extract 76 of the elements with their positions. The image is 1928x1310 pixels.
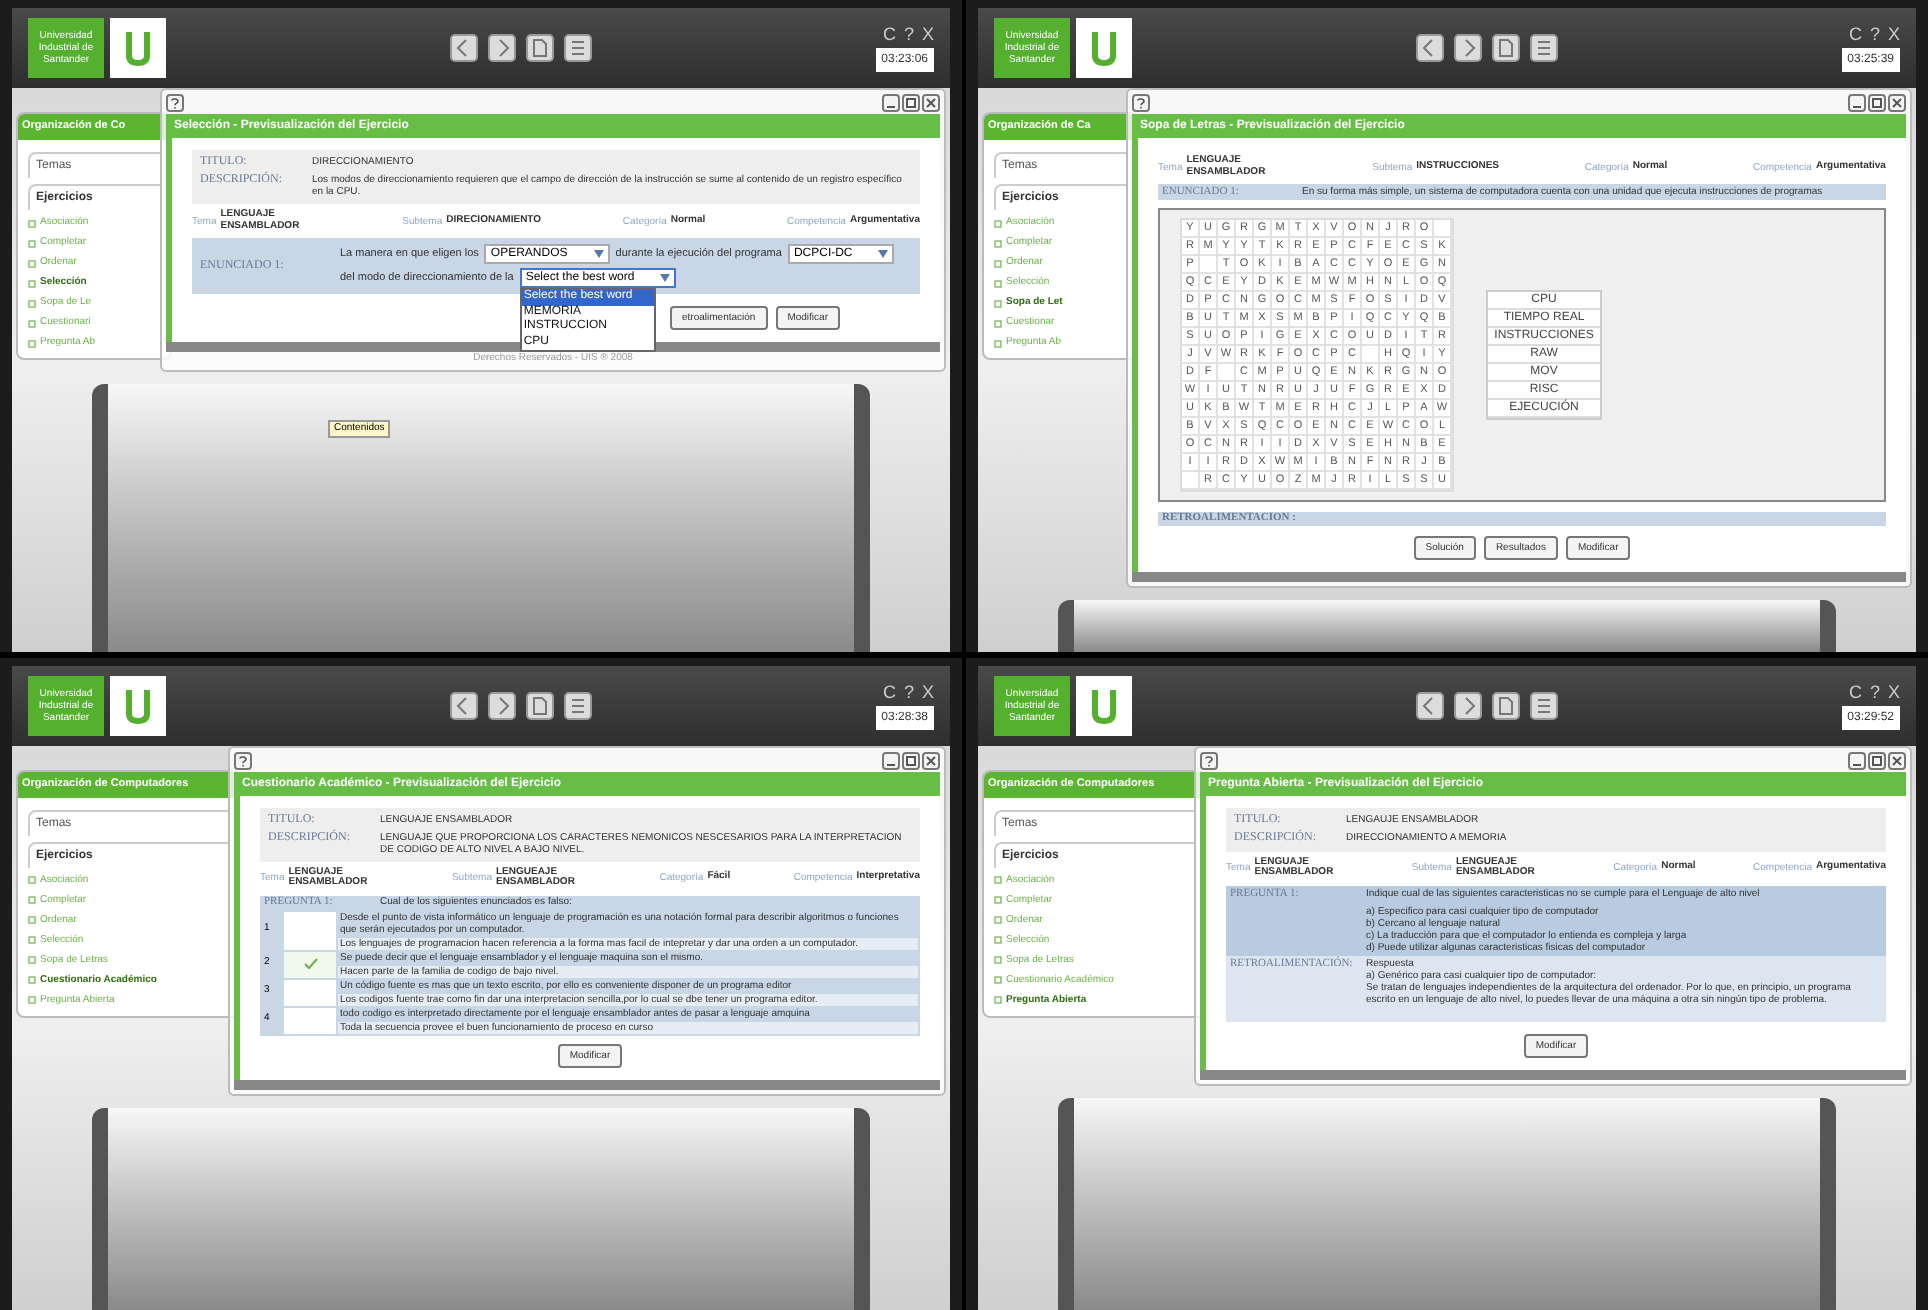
caret-icon <box>878 250 889 258</box>
checkbox-icon <box>28 976 36 984</box>
window-control-button[interactable]: X <box>1887 24 1900 44</box>
checkbox-icon <box>994 916 1002 924</box>
checkbox-icon <box>28 239 36 247</box>
checkbox-icon <box>994 339 1002 347</box>
window-control-button[interactable]: C <box>1848 24 1862 44</box>
maximize-icon[interactable] <box>902 94 920 112</box>
checkbox-icon <box>28 916 36 924</box>
checkbox-icon <box>994 956 1002 964</box>
checkbox-icon <box>994 976 1002 984</box>
check-icon <box>303 958 317 970</box>
checkbox-icon <box>28 319 36 327</box>
checkbox-icon <box>994 876 1002 884</box>
checkbox-icon <box>994 219 1002 227</box>
close-icon[interactable] <box>922 751 940 769</box>
caret-icon <box>660 274 671 282</box>
checkbox-icon <box>28 259 36 267</box>
window-control-button[interactable]: ? <box>903 681 914 701</box>
page-icon[interactable] <box>1491 691 1520 719</box>
maximize-icon[interactable] <box>1868 94 1886 112</box>
help-icon[interactable] <box>1200 751 1218 769</box>
checkbox-icon <box>994 896 1002 904</box>
help-icon[interactable] <box>166 94 184 112</box>
checkbox-icon <box>994 239 1002 247</box>
emblem-logo-icon <box>110 675 166 735</box>
checkbox-icon <box>994 279 1002 287</box>
window-control-button[interactable]: X <box>921 681 934 701</box>
answer-mark-cell[interactable] <box>284 951 336 977</box>
checkbox-icon <box>28 956 36 964</box>
maximize-icon[interactable] <box>902 751 920 769</box>
list-icon[interactable] <box>1529 34 1558 62</box>
checkbox-icon <box>28 279 36 287</box>
checkbox-icon <box>28 219 36 227</box>
window-control-button[interactable]: ? <box>1869 24 1880 44</box>
emblem-logo-icon <box>1076 18 1132 78</box>
checkbox-icon <box>994 996 1002 1004</box>
window-control-button[interactable]: X <box>1887 681 1900 701</box>
minimize-icon[interactable] <box>882 751 900 769</box>
answer-mark-cell[interactable] <box>284 979 336 1005</box>
caret-icon <box>593 250 604 258</box>
checkbox-icon <box>28 339 36 347</box>
checkbox-icon <box>994 299 1002 307</box>
list-icon[interactable] <box>563 34 592 62</box>
close-icon[interactable] <box>922 94 940 112</box>
list-icon[interactable] <box>563 691 592 719</box>
page-icon[interactable] <box>525 34 554 62</box>
answer-mark-cell[interactable] <box>284 1007 336 1033</box>
checkbox-icon <box>994 319 1002 327</box>
page-icon[interactable] <box>1491 34 1520 62</box>
help-icon[interactable] <box>234 751 252 769</box>
list-icon[interactable] <box>1529 691 1558 719</box>
maximize-icon[interactable] <box>1868 751 1886 769</box>
emblem-logo-icon <box>1076 675 1132 735</box>
window-control-button[interactable]: C <box>882 681 896 701</box>
checkbox-icon <box>28 876 36 884</box>
minimize-icon[interactable] <box>1848 751 1866 769</box>
checkbox-icon <box>28 896 36 904</box>
checkbox-icon <box>994 936 1002 944</box>
answer-mark-cell[interactable] <box>284 911 336 949</box>
close-icon[interactable] <box>1888 94 1906 112</box>
help-icon[interactable] <box>1132 94 1150 112</box>
checkbox-icon <box>28 299 36 307</box>
checkbox-icon <box>28 936 36 944</box>
window-control-button[interactable]: X <box>921 24 934 44</box>
checkbox-icon <box>994 259 1002 267</box>
window-control-button[interactable]: ? <box>903 24 914 44</box>
window-control-button[interactable]: ? <box>1869 681 1880 701</box>
window-control-button[interactable]: C <box>882 24 896 44</box>
minimize-icon[interactable] <box>1848 94 1866 112</box>
checkbox-icon <box>28 996 36 1004</box>
page-icon[interactable] <box>525 691 554 719</box>
emblem-logo-icon <box>110 18 166 78</box>
close-icon[interactable] <box>1888 751 1906 769</box>
minimize-icon[interactable] <box>882 94 900 112</box>
window-control-button[interactable]: C <box>1848 681 1862 701</box>
